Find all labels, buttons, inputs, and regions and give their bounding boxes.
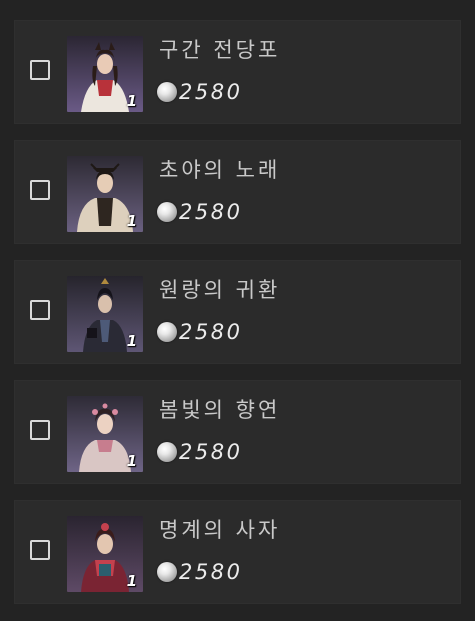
costume-thumbnail: 1 bbox=[67, 276, 143, 352]
quantity-badge: 1 bbox=[126, 572, 137, 590]
quantity-badge: 1 bbox=[126, 452, 137, 470]
costume-thumbnail: 1 bbox=[67, 396, 143, 472]
item-price: 2580 bbox=[157, 200, 242, 224]
item-list: 1 구간 전당포 2580 1 초야의 노래 2580 1 원랑의 귀환 258… bbox=[0, 0, 475, 621]
pearl-icon bbox=[157, 442, 177, 462]
price-value: 2580 bbox=[179, 440, 243, 464]
costume-thumbnail: 1 bbox=[67, 36, 143, 112]
quantity-badge: 1 bbox=[126, 332, 137, 350]
costume-thumbnail: 1 bbox=[67, 156, 143, 232]
item-checkbox[interactable] bbox=[30, 180, 50, 200]
item-price: 2580 bbox=[157, 440, 242, 464]
item-checkbox[interactable] bbox=[30, 420, 50, 440]
item-checkbox[interactable] bbox=[30, 300, 50, 320]
pearl-icon bbox=[157, 82, 177, 102]
list-item[interactable]: 1 명계의 사자 2580 bbox=[14, 500, 461, 604]
list-item[interactable]: 1 원랑의 귀환 2580 bbox=[14, 260, 461, 364]
price-value: 2580 bbox=[179, 560, 243, 584]
item-name: 구간 전당포 bbox=[159, 38, 281, 62]
quantity-badge: 1 bbox=[126, 212, 137, 230]
pearl-icon bbox=[157, 322, 177, 342]
item-name: 명계의 사자 bbox=[159, 518, 281, 542]
item-price: 2580 bbox=[157, 320, 242, 344]
item-price: 2580 bbox=[157, 560, 242, 584]
price-value: 2580 bbox=[179, 200, 243, 224]
price-value: 2580 bbox=[179, 80, 243, 104]
item-price: 2580 bbox=[157, 80, 242, 104]
item-name: 초야의 노래 bbox=[159, 158, 281, 182]
pearl-icon bbox=[157, 202, 177, 222]
list-item[interactable]: 1 봄빛의 향연 2580 bbox=[14, 380, 461, 484]
costume-thumbnail: 1 bbox=[67, 516, 143, 592]
item-name: 봄빛의 향연 bbox=[159, 398, 281, 422]
item-name: 원랑의 귀환 bbox=[159, 278, 281, 302]
price-value: 2580 bbox=[179, 320, 243, 344]
list-item[interactable]: 1 구간 전당포 2580 bbox=[14, 20, 461, 124]
quantity-badge: 1 bbox=[126, 92, 137, 110]
item-checkbox[interactable] bbox=[30, 540, 50, 560]
list-item[interactable]: 1 초야의 노래 2580 bbox=[14, 140, 461, 244]
pearl-icon bbox=[157, 562, 177, 582]
item-checkbox[interactable] bbox=[30, 60, 50, 80]
